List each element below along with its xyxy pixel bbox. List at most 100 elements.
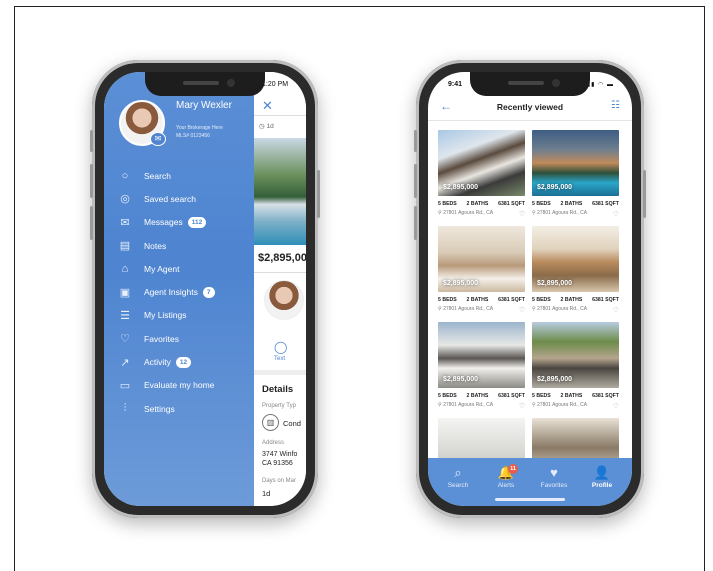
building-icon: ▥ xyxy=(262,414,279,431)
heart-icon[interactable]: ♡ xyxy=(613,306,619,314)
envelope-icon[interactable]: ✉ xyxy=(150,132,166,146)
insights-icon: ▣ xyxy=(119,286,131,299)
listing-address-row: ⚲ 27801 Agoura Rd., CA ♡ xyxy=(532,402,619,410)
menu-item-label: Agent Insights xyxy=(144,287,198,298)
listing-photo[interactable]: $2,895,000 xyxy=(438,226,525,292)
right-screen: 9:41 ▮▮ ◠ ▬ ← Recently viewed ☷ $2,895,0… xyxy=(428,72,632,506)
listing-address-row: ⚲ 27801 Agoura Rd., CA ♡ xyxy=(438,210,525,218)
notes-icon: ▤ xyxy=(119,240,131,253)
volume-up-button xyxy=(414,164,417,198)
details-heading: Details xyxy=(262,384,294,395)
power-button xyxy=(317,170,320,218)
volume-down-button xyxy=(414,206,417,240)
phone-right: 9:41 ▮▮ ◠ ▬ ← Recently viewed ☷ $2,895,0… xyxy=(414,60,646,518)
menu-item-settings[interactable]: ⫶ Settings xyxy=(118,397,252,420)
menu-item-saved-search[interactable]: ◎ Saved search xyxy=(118,187,252,210)
tab-search[interactable]: ⌕ Search xyxy=(433,464,483,489)
sliders-icon: ⫶ xyxy=(123,402,127,415)
mute-switch xyxy=(90,130,93,152)
agent-name: Mary Wexler xyxy=(176,100,232,111)
tab-favorites[interactable]: ♥ Favorites xyxy=(529,464,579,489)
menu-item-activity[interactable]: ↗ Activity 12 xyxy=(118,350,252,373)
power-button xyxy=(643,170,646,218)
listing-address-row: ⚲ 27801 Agoura Rd., CA ♡ xyxy=(532,306,619,314)
listing-photo[interactable] xyxy=(254,138,306,245)
listing-specs: 5 BEDS 2 BATHS 6381 SQFT xyxy=(438,393,525,399)
tab-label: Search xyxy=(447,482,469,489)
heart-icon[interactable]: ♡ xyxy=(613,210,619,218)
listing-specs: 5 BEDS 2 BATHS 6381 SQFT xyxy=(438,201,525,207)
listing-photo[interactable]: $2,895,000 xyxy=(532,130,619,196)
address-label: Address xyxy=(262,440,285,446)
listing-photo[interactable]: $2,895,000 xyxy=(438,322,525,388)
listing-specs: 5 BEDS 2 BATHS 6381 SQFT xyxy=(532,393,619,399)
tab-label: Favorites xyxy=(540,482,568,489)
menu-item-agent-insights[interactable]: ▣ Agent Insights 7 xyxy=(118,280,252,303)
menu-item-evaluate-my-home[interactable]: ▭ Evaluate my home xyxy=(118,374,252,397)
signal-wifi-battery-icon: ▮▮ ◠ ▬ xyxy=(586,82,614,88)
chat-bubble-icon[interactable]: ◯ xyxy=(274,340,287,354)
menu-item-favorites[interactable]: ♡ Favorites xyxy=(118,327,252,350)
beds: 5 BEDS xyxy=(438,393,457,399)
beds: 5 BEDS xyxy=(438,297,457,303)
heart-icon: ♡ xyxy=(120,333,130,346)
listing-card[interactable]: $2,895,000 5 BEDS 2 BATHS 6381 SQFT ⚲ 27801 … xyxy=(438,322,525,410)
menu-item-my-agent[interactable]: ⌂ My Agent xyxy=(118,257,252,280)
heart-icon[interactable]: ♡ xyxy=(519,210,525,218)
listing-card[interactable]: $2,895,000 5 BEDS 2 BATHS 6381 SQFT ⚲ 27801 … xyxy=(438,130,525,218)
listing-specs: 5 BEDS 2 BATHS 6381 SQFT xyxy=(532,297,619,303)
beds: 5 BEDS xyxy=(532,297,551,303)
beds: 5 BEDS xyxy=(438,201,457,207)
sqft: 6381 SQFT xyxy=(498,393,525,399)
text-agent-link[interactable]: Text xyxy=(274,356,285,362)
tab-label: Profile xyxy=(591,482,613,489)
agent-avatar[interactable] xyxy=(264,280,304,320)
listing-card[interactable]: $2,895,000 5 BEDS 2 BATHS 6381 SQFT ⚲ 27801 … xyxy=(532,322,619,410)
listing-card[interactable]: $2,895,000 5 BEDS 2 BATHS 6381 SQFT ⚲ 27801 … xyxy=(532,226,619,314)
menu-item-label: Settings xyxy=(144,403,175,414)
heart-icon[interactable]: ♡ xyxy=(519,306,525,314)
tab-profile[interactable]: 👤 Profile xyxy=(577,464,627,489)
notch xyxy=(470,72,590,96)
agent-brokerage: Your Brokerage Here MLS# 0123456 xyxy=(176,125,223,139)
listing-card[interactable]: $2,895,000 5 BEDS 2 BATHS 6381 SQFT ⚲ 27801 … xyxy=(438,226,525,314)
baths: 2 BATHS xyxy=(560,297,583,303)
menu-item-label: Activity xyxy=(144,357,171,368)
menu-item-search[interactable]: ○ Search xyxy=(118,164,252,187)
page-title: Recently viewed xyxy=(496,102,564,112)
listing-specs: 5 BEDS 2 BATHS 6381 SQFT xyxy=(532,201,619,207)
close-icon[interactable]: ✕ xyxy=(262,98,273,114)
phone-left: ✉ Mary Wexler Your Brokerage Here MLS# 0… xyxy=(90,60,320,518)
menu-item-label: Notes xyxy=(144,240,167,251)
navigation-drawer: ✉ Mary Wexler Your Brokerage Here MLS# 0… xyxy=(104,72,254,506)
listing-address-row: ⚲ 27801 Agoura Rd., CA ♡ xyxy=(532,210,619,218)
envelope-icon: ✉ xyxy=(120,216,130,229)
tab-alerts[interactable]: 🔔 Alerts 11 xyxy=(481,464,531,489)
menu-item-notes[interactable]: ▤ Notes xyxy=(118,234,252,257)
menu-item-messages[interactable]: ✉ Messages 112 xyxy=(118,211,252,234)
days-on-market-label: Days on Mar xyxy=(262,478,297,484)
person-icon: 👤 xyxy=(593,465,611,480)
listing-address: ⚲ 27801 Agoura Rd., CA xyxy=(532,306,588,312)
listing-address-row: ⚲ 27801 Agoura Rd., CA ♡ xyxy=(438,402,525,410)
listing-photo[interactable]: $2,895,000 xyxy=(438,130,525,196)
menu-item-my-listings[interactable]: ☰ My Listings xyxy=(118,304,252,327)
listing-photo[interactable]: $2,895,000 xyxy=(532,322,619,388)
heart-icon[interactable]: ♡ xyxy=(613,402,619,410)
heart-icon[interactable]: ♡ xyxy=(519,402,525,410)
listing-photo[interactable]: $2,895,000 xyxy=(532,226,619,292)
saved-search-icon: ◎ xyxy=(120,193,130,206)
alerts-badge: 11 xyxy=(508,464,518,474)
listing-price: $2,895,000 xyxy=(537,184,573,191)
heart-icon: ♥ xyxy=(550,465,558,480)
days-on-market-value: 1d xyxy=(262,489,271,498)
beds: 5 BEDS xyxy=(532,201,551,207)
listing-price: $2,895,000 xyxy=(443,280,479,287)
listing-price: $2,895,000 xyxy=(537,280,573,287)
listing-card[interactable]: $2,895,000 5 BEDS 2 BATHS 6381 SQFT ⚲ 27801 … xyxy=(532,130,619,218)
filter-icon[interactable]: ☷ xyxy=(611,100,620,111)
baths: 2 BATHS xyxy=(560,393,583,399)
left-screen: ✉ Mary Wexler Your Brokerage Here MLS# 0… xyxy=(104,72,306,506)
sqft: 6381 SQFT xyxy=(592,393,619,399)
property-type-label: Property Typ xyxy=(262,403,296,409)
